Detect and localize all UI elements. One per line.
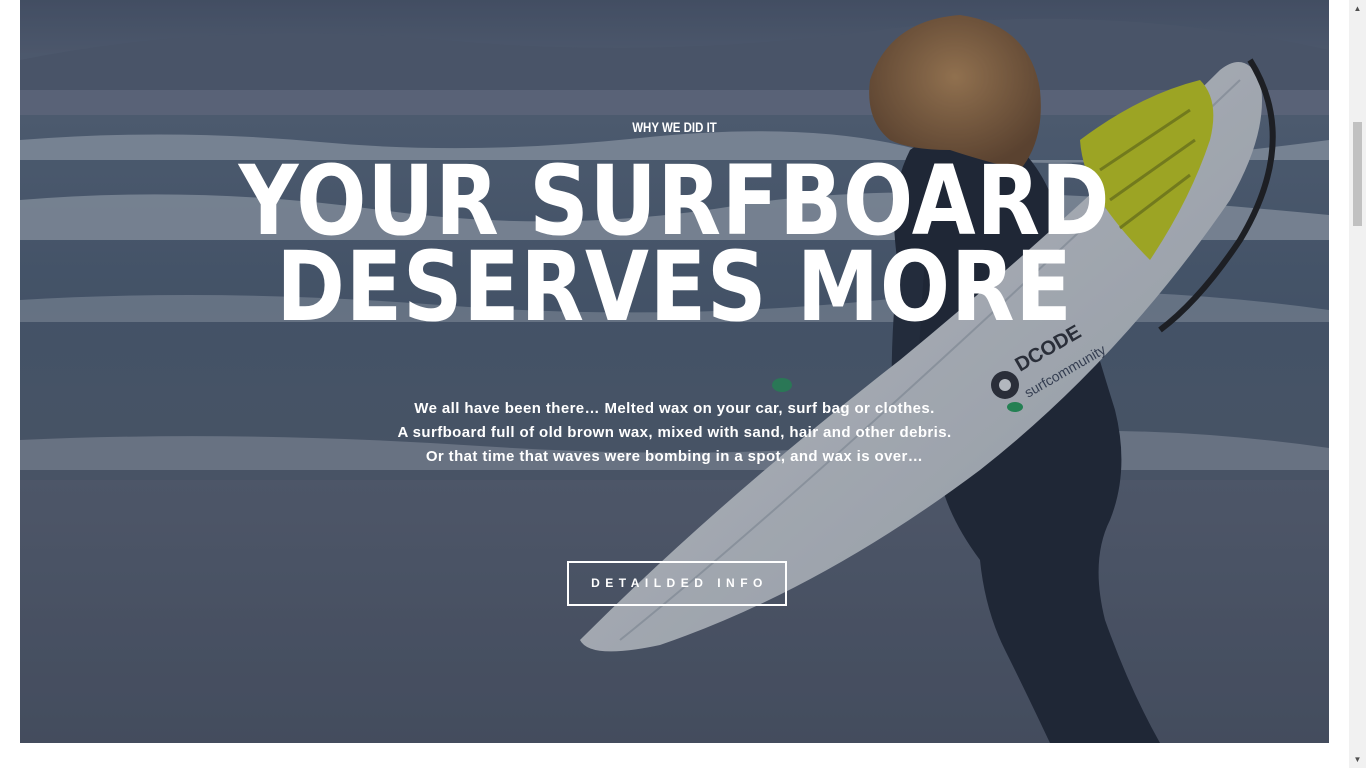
scrollbar-thumb[interactable] bbox=[1353, 122, 1362, 226]
hero-headline: YOUR SURFBOARD DESERVES MORE bbox=[112, 153, 1238, 343]
scroll-up-arrow-icon[interactable]: ▲ bbox=[1349, 0, 1366, 17]
description-line-1: We all have been there… Melted wax on yo… bbox=[414, 400, 935, 417]
hero-content: WHY WE DID IT YOUR SURFBOARD DESERVES MO… bbox=[20, 0, 1329, 743]
scroll-down-arrow-icon[interactable]: ▼ bbox=[1349, 751, 1366, 768]
page: DCODE surfcommunity WHY WE DID IT YOUR S… bbox=[0, 0, 1366, 768]
hero-description: We all have been there… Melted wax on yo… bbox=[20, 397, 1329, 469]
hero-section: DCODE surfcommunity WHY WE DID IT YOUR S… bbox=[20, 0, 1329, 743]
headline-line-2: DESERVES MORE bbox=[276, 231, 1073, 343]
section-eyebrow: WHY WE DID IT bbox=[632, 119, 717, 135]
description-line-3: Or that time that waves were bombing in … bbox=[425, 448, 924, 465]
description-line-2: A surfboard full of old brown wax, mixed… bbox=[397, 424, 952, 441]
detailed-info-button[interactable]: DETAILDED INFO bbox=[567, 561, 787, 606]
vertical-scrollbar[interactable]: ▲ ▼ bbox=[1349, 0, 1366, 768]
